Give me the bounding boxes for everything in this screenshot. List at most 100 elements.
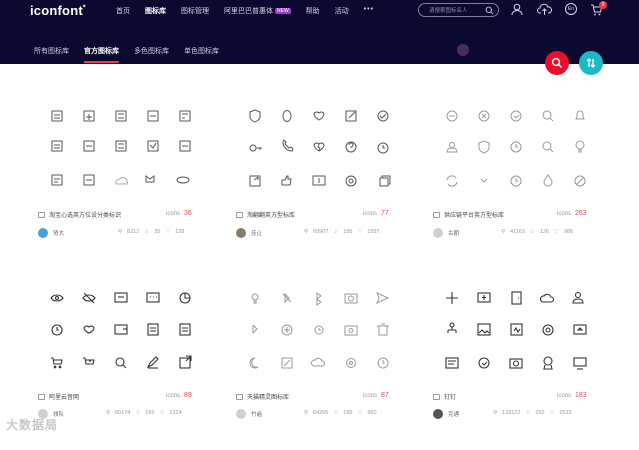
likes-count: 292 — [535, 410, 545, 416]
share-icon — [249, 175, 261, 187]
user-icon[interactable] — [511, 3, 523, 16]
cart-add-icon — [83, 357, 95, 365]
moon-icon — [249, 357, 259, 369]
views-count: 69907 — [313, 229, 329, 235]
chevron-down-icon — [480, 178, 488, 183]
nav-more[interactable]: ••• — [364, 6, 374, 16]
views-icon: ⚲ — [118, 229, 123, 235]
floating-sort-button[interactable] — [579, 51, 603, 75]
library-title[interactable]: 淘宝心选英方位设分类标识 — [38, 210, 121, 219]
eye-icon — [50, 294, 64, 302]
org-chart-icon — [447, 322, 457, 333]
cloud-clock-icon — [539, 293, 555, 303]
icon-count: icons 36 — [166, 210, 192, 217]
grid-icon — [176, 176, 190, 184]
likes-icon: ♧ — [529, 229, 535, 235]
grid-icon — [179, 110, 191, 122]
icon-count-label: icons — [557, 393, 572, 399]
bluetooth-icon — [316, 292, 322, 306]
library-title[interactable]: 淘翻翻英方型标库 — [236, 210, 295, 219]
library-title[interactable]: 阿里云音网 — [38, 392, 79, 401]
nav-icon-library[interactable]: 图标库 — [145, 6, 166, 16]
icon-library-card[interactable]: 淘翻翻英方型标库 icons 77 佳让 ⚲ 69907 ♧ 195 ♡ 1597 — [236, 108, 436, 268]
icon-library-card[interactable]: 钉钉 icons 183 克通 ⚲ 133122 ♧ 292 ♡ 2515 — [433, 290, 633, 450]
floating-search-button[interactable] — [545, 51, 569, 75]
library-title-text: 阿里云音网 — [49, 395, 80, 401]
icon-library-card[interactable]: 阿里云音网 icons 89 领队 ⚲ 80174 ♧ 169 ♡ 1324 — [38, 290, 238, 450]
monitor-icon — [573, 357, 587, 370]
favorites-icon: ♡ — [549, 410, 555, 416]
search-input[interactable]: 请搜索图标名人 — [418, 3, 499, 17]
tab-multicolor-libraries[interactable]: 多色图标库 — [134, 46, 169, 56]
at-icon — [542, 324, 554, 336]
library-title[interactable]: 天猫精灵图标库 — [236, 392, 289, 401]
icon-count-label: icons — [166, 393, 181, 399]
grid-icon — [83, 140, 95, 152]
bulb-icon — [251, 293, 259, 304]
egg-icon — [282, 110, 292, 122]
tab-official-libraries[interactable]: 官方图标库 — [84, 46, 119, 63]
library-author[interactable]: 竹遍 — [236, 409, 262, 419]
icon-count-value: 87 — [381, 392, 389, 399]
icon-count-label: icons — [557, 211, 572, 217]
views-count: 133122 — [502, 410, 521, 416]
bulb-icon — [575, 140, 585, 153]
icon-count-value: 183 — [575, 392, 587, 399]
likes-icon: ♧ — [525, 410, 531, 416]
library-stats: ⚲ 80174 ♧ 169 ♡ 1324 — [106, 410, 187, 416]
library-author[interactable]: 佳让 — [236, 228, 262, 238]
upload-cloud-icon[interactable] — [537, 3, 552, 16]
library-title[interactable]: 钉钉 — [433, 392, 456, 401]
search-placeholder: 请搜索图标名人 — [429, 8, 468, 14]
icon-count-label: icons — [166, 211, 181, 217]
tab-monochrome-libraries[interactable]: 单色图标库 — [184, 46, 219, 56]
icon-count-value: 77 — [381, 210, 389, 217]
grid-icon — [51, 174, 63, 186]
favorites-icon: ♡ — [357, 410, 363, 416]
screen-share-icon — [573, 324, 587, 335]
library-author[interactable]: 克通 — [433, 409, 459, 419]
top-navigation-bar: iconfont* 首页 图标库 图标管理 阿里巴巴普惠体 NEW 帮助 活动 •… — [0, 0, 639, 64]
library-author[interactable]: 古朝 — [433, 228, 459, 238]
nav-alibaba-font[interactable]: 阿里巴巴普惠体 NEW — [224, 6, 291, 16]
views-count: 64205 — [313, 410, 329, 416]
icon-library-card[interactable]: 供应链平台英方型标库 icons 263 古朝 ⚲ 41163 ♧ 126 ♡ 986 — [433, 108, 633, 268]
favorites-count: 986 — [563, 229, 574, 235]
library-title-text: 淘宝心选英方位设分类标识 — [49, 213, 122, 219]
grid-icon — [179, 140, 191, 152]
drop-icon — [543, 174, 553, 187]
library-title[interactable]: 供应链平台英方型标库 — [433, 210, 504, 219]
language-switch[interactable]: En — [565, 3, 577, 15]
icon-preview-grid — [446, 110, 586, 187]
pie-chart-icon — [179, 292, 191, 304]
icon-library-card[interactable]: 淘宝心选英方位设分类标识 icons 36 贤大 ⚲ 8212 ♧ 35 ♡ 128 — [38, 108, 238, 268]
search-icon — [115, 357, 127, 369]
tab-all-libraries[interactable]: 所有图标库 — [34, 46, 69, 56]
library-icon — [38, 394, 45, 400]
views-icon: ⚲ — [304, 229, 309, 235]
grid-icon — [147, 140, 159, 152]
likes-count: 169 — [145, 410, 155, 416]
nav-events[interactable]: 活动 — [335, 6, 349, 16]
external-link-icon — [179, 355, 192, 369]
iconfont-logo[interactable]: iconfont* — [30, 3, 86, 18]
nav-home[interactable]: 首页 — [116, 6, 130, 16]
views-count: 8212 — [127, 229, 140, 235]
icon-library-card[interactable]: 天猫精灵图标库 icons 87 竹遍 ⚲ 64205 ♧ 165 ♡ 960 — [236, 290, 436, 450]
views-count: 41163 — [510, 229, 525, 235]
grid-icon — [115, 177, 129, 185]
message-dots-icon — [146, 292, 160, 303]
door-icon — [511, 291, 522, 305]
library-author[interactable]: 贤大 — [38, 228, 64, 238]
author-name: 贤大 — [53, 231, 65, 237]
pen-icon — [146, 356, 159, 369]
likes-icon: ♧ — [333, 229, 339, 235]
icon-count: icons 87 — [363, 392, 389, 399]
logo-text: iconfont — [30, 3, 83, 18]
nav-help[interactable]: 帮助 — [306, 6, 320, 16]
bluetooth-off-icon — [282, 292, 292, 304]
message-icon — [114, 292, 128, 303]
icon-count-value: 263 — [575, 210, 587, 217]
nav-icon-management[interactable]: 图标管理 — [181, 6, 209, 16]
clipboard-icon — [147, 323, 159, 336]
